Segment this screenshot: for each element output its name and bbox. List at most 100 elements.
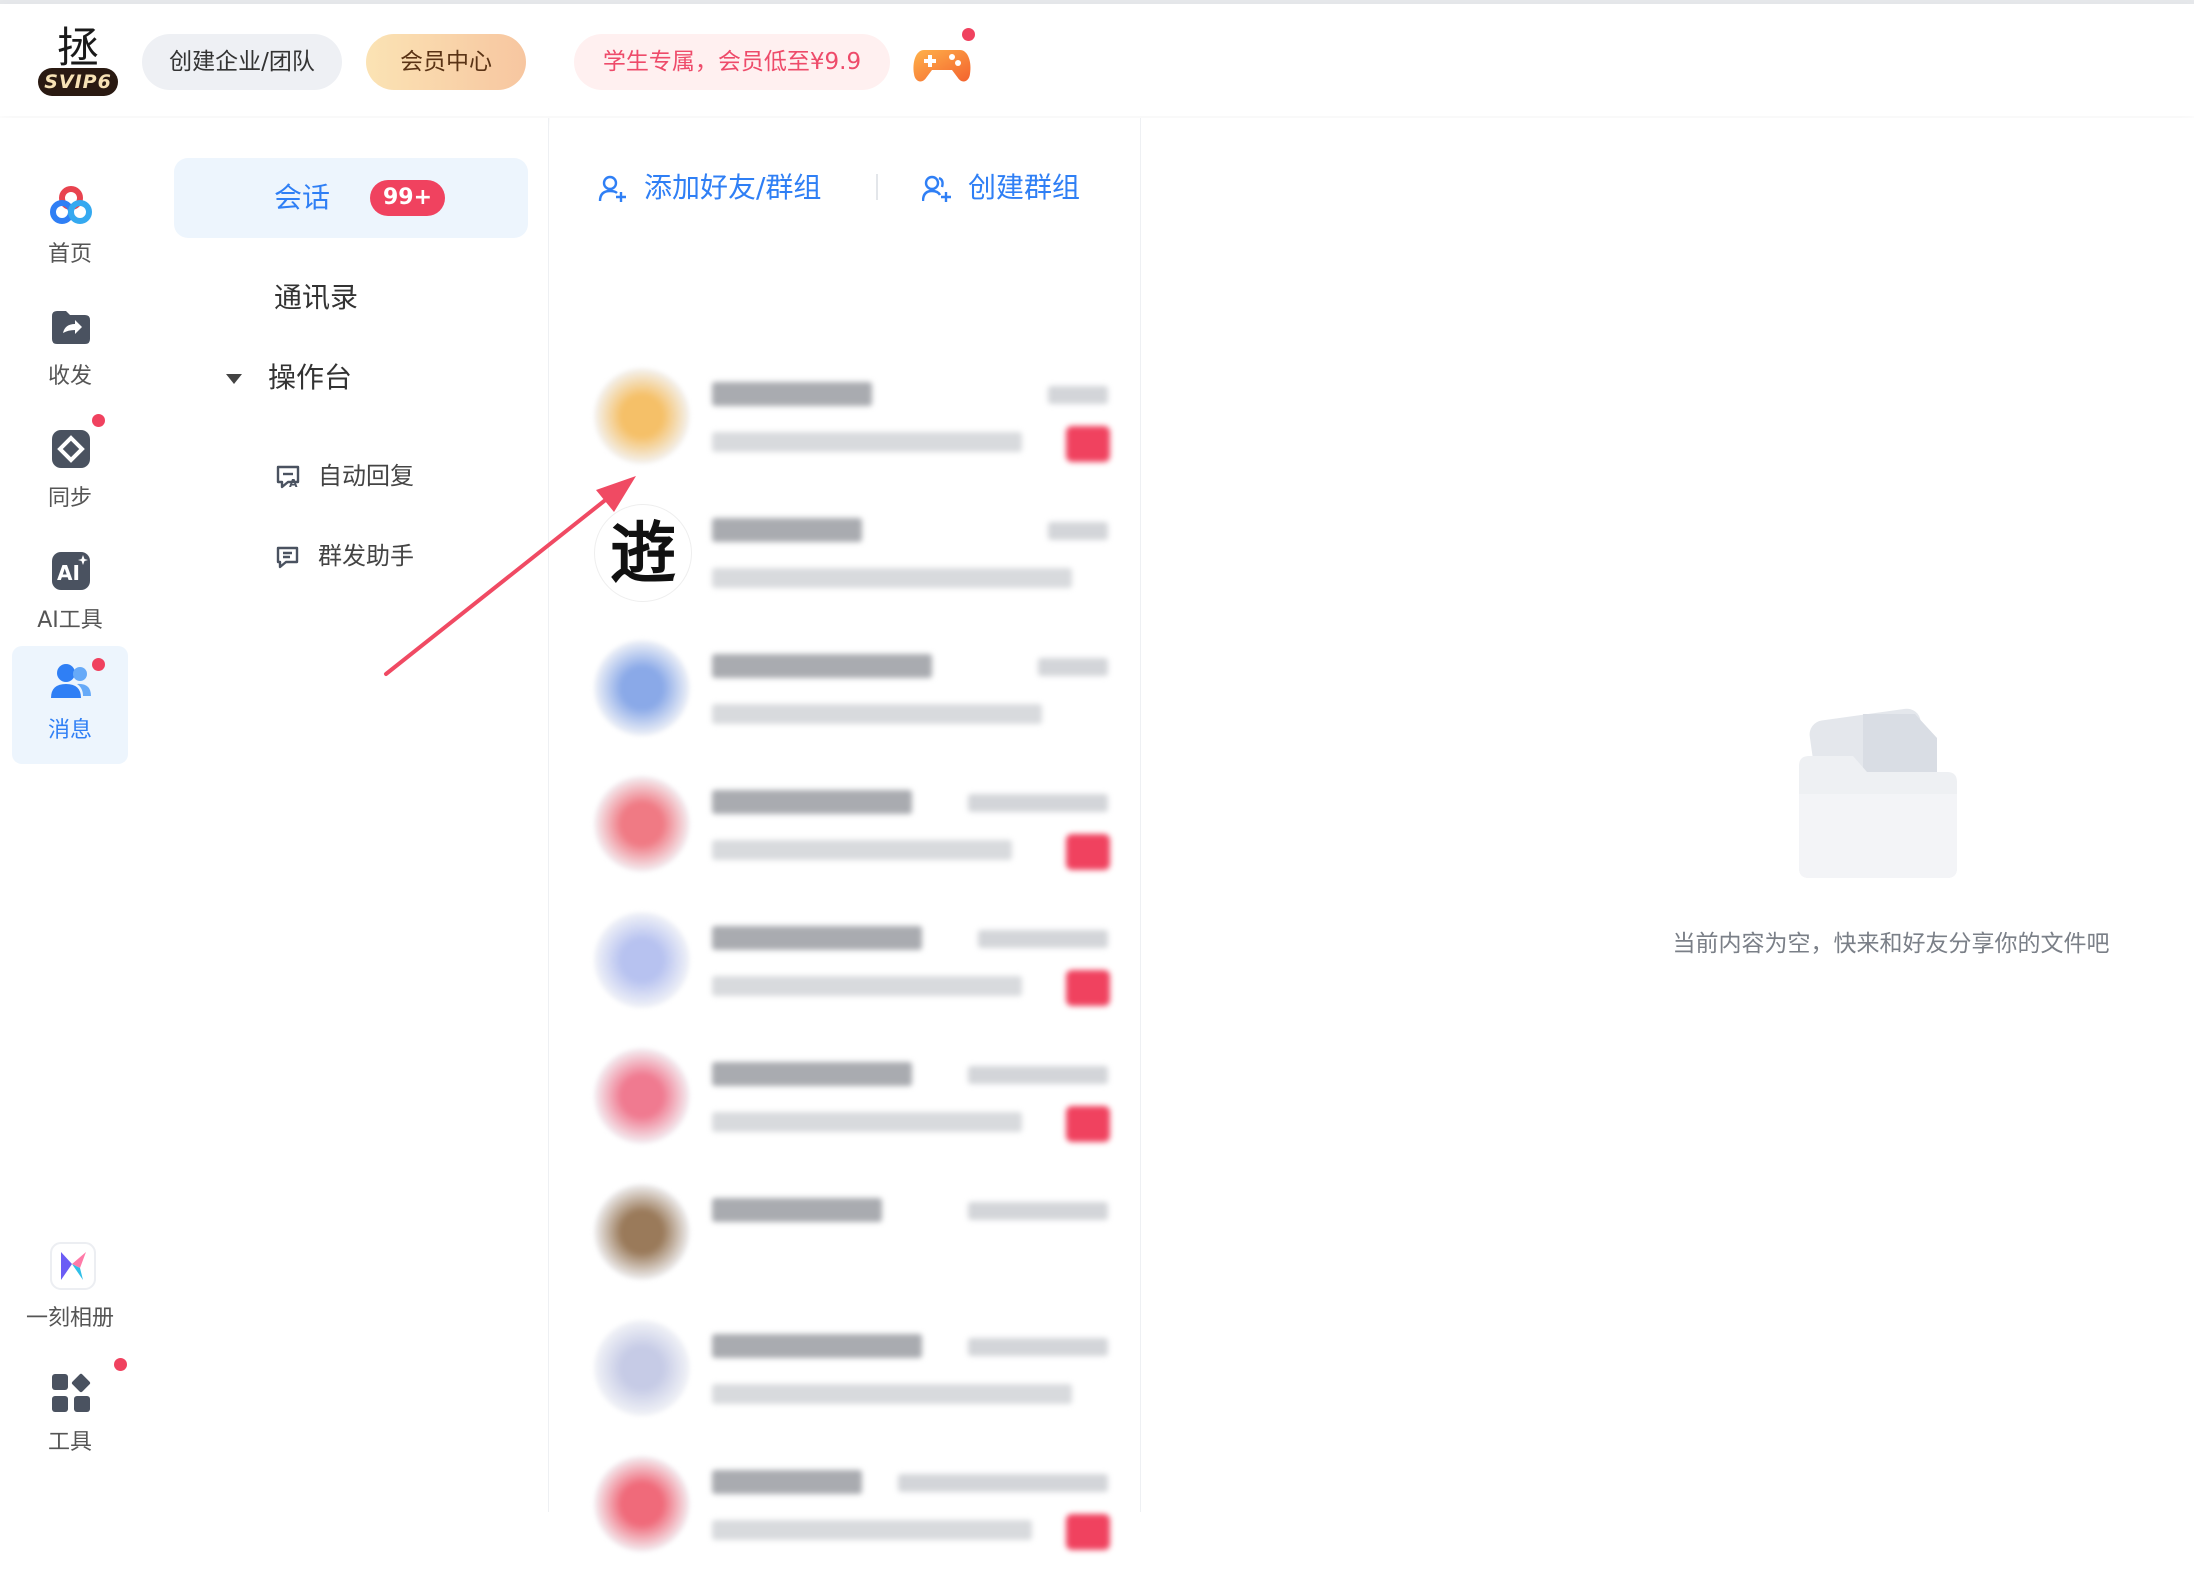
chat-row[interactable] [594,894,1114,1030]
broadcast-icon [276,546,299,569]
unread-badge [1066,1106,1110,1142]
chat-name-blurred [712,1334,922,1358]
sidebar-item-ai-tools[interactable]: AI AI工具 [12,536,128,654]
sidebar-item-label: 收发 [47,364,92,389]
chat-name-blurred [712,1470,862,1494]
game-notification-dot [962,28,975,41]
chat-time-blurred [898,1474,1108,1492]
sidebar-item-label: 同步 [47,486,92,511]
avatar-glyph: 逰 [610,514,676,592]
broadcast-label: 群发助手 [318,542,414,570]
empty-state-text: 当前内容为空，快来和好友分享你的文件吧 [1672,931,2110,957]
student-promo-button[interactable]: 学生专属，会员低至¥9.9 [574,34,890,90]
chat-row[interactable] [594,1302,1114,1438]
sidebar-item-transfer[interactable]: 收发 [12,292,128,410]
sidebar-item-label: 消息 [47,718,92,743]
add-user-icon [598,175,626,202]
avatar [594,1320,690,1416]
sidebar-item-sync[interactable]: 同步 [12,414,128,532]
chat-name-blurred [712,1062,912,1086]
sidebar-item-label: 首页 [47,242,92,267]
unread-badge [1066,426,1110,462]
menu-item-sessions[interactable]: 会话 99+ [174,158,528,238]
chat-preview-blurred [712,568,1072,588]
chat-row[interactable] [594,622,1114,758]
logo-glyph: 拯 [56,23,99,72]
left-sidebar: 首页 收发 同步 AI AI工具 消息 一刻相册 工具 [0,118,149,1512]
chat-row[interactable] [594,758,1114,894]
chat-preview-blurred [712,1384,1072,1404]
avatar [594,1456,690,1552]
sync-icon [50,428,92,470]
chat-row[interactable] [594,1030,1114,1166]
chat-name-blurred [712,926,922,950]
console-label: 操作台 [268,361,353,394]
chat-time-blurred [968,1202,1108,1220]
share-folder-icon [50,306,92,348]
svip-logo[interactable]: 拯 SVIP6 [34,26,122,98]
avatar [594,640,690,736]
auto-reply-icon: A [276,465,300,490]
avatar [594,776,690,872]
top-header: 拯 SVIP6 创建企业/团队 会员中心 学生专属，会员低至¥9.9 [0,4,2194,116]
chat-preview-blurred [712,1112,1022,1132]
apps-grid-icon [50,1372,92,1414]
chat-time-blurred [1048,522,1108,540]
sidebar-item-messages[interactable]: 消息 [12,646,128,764]
avatar: 逰 [594,504,692,602]
menu-item-contacts[interactable]: 通讯录 [274,258,358,338]
chat-preview-blurred [712,704,1042,724]
chat-name-blurred [712,790,912,814]
album-icon [50,1242,96,1290]
avatar [594,912,690,1008]
sidebar-item-album[interactable]: 一刻相册 [12,1240,128,1358]
menu-item-broadcast[interactable]: 群发助手 [274,516,414,596]
unread-badge [1066,834,1110,870]
svg-text:A: A [289,477,298,490]
chat-list-panel: 添加好友/群组 创建群组 逰 [550,118,1141,1552]
conversation-detail-pane: 当前内容为空，快来和好友分享你的文件吧 [1141,118,2194,1512]
sync-notification-dot [92,414,105,427]
unread-count-badge: 99+ [370,180,446,216]
create-group-button[interactable]: 创建群组 [921,158,1081,218]
avatar [594,1048,690,1144]
svip-level-badge: SVIP6 [38,68,118,96]
create-group-icon [921,175,951,202]
chat-preview-blurred [712,1520,1032,1540]
chat-preview-blurred [712,432,1022,452]
auto-reply-label: 自动回复 [318,462,414,490]
sidebar-item-label: AI工具 [37,608,103,633]
create-group-label: 创建群组 [968,171,1081,204]
chat-time-blurred [968,1066,1108,1084]
sidebar-item-home[interactable]: 首页 [12,170,128,288]
caret-down-icon [226,374,242,384]
sidebar-item-tools[interactable]: 工具 [12,1358,128,1476]
message-menu: 会话 99+ 通讯录 操作台 A 自动回复 群发助手 [148,118,549,1512]
avatar [594,368,690,464]
chat-name-blurred [712,518,862,542]
chat-preview-blurred [712,840,1012,860]
add-friend-label: 添加好友/群组 [644,171,822,204]
chat-row[interactable]: 逰 [594,486,1114,622]
chat-name-blurred [712,654,932,678]
menu-item-auto-reply[interactable]: A 自动回复 [274,436,414,516]
avatar [594,1184,690,1280]
game-controller-icon[interactable] [912,28,975,88]
unread-badge [1066,970,1110,1006]
chat-name-blurred [712,1198,882,1222]
chat-time-blurred [968,1338,1108,1356]
add-friend-button[interactable]: 添加好友/群组 [598,158,821,218]
chat-row[interactable] [594,1438,1114,1574]
unread-badge [1066,1514,1110,1550]
create-team-button[interactable]: 创建企业/团队 [142,34,342,90]
ai-icon: AI [50,550,92,592]
chat-row[interactable] [594,350,1114,486]
menu-item-console[interactable]: 操作台 [226,338,352,418]
empty-folder-icon [1797,704,1981,894]
svg-text:AI: AI [57,561,80,585]
chat-time-blurred [978,930,1108,948]
toolbar-divider [876,174,878,200]
vip-center-button[interactable]: 会员中心 [366,34,526,90]
tools-notification-dot [114,1358,127,1371]
chat-row[interactable] [594,1166,1114,1302]
